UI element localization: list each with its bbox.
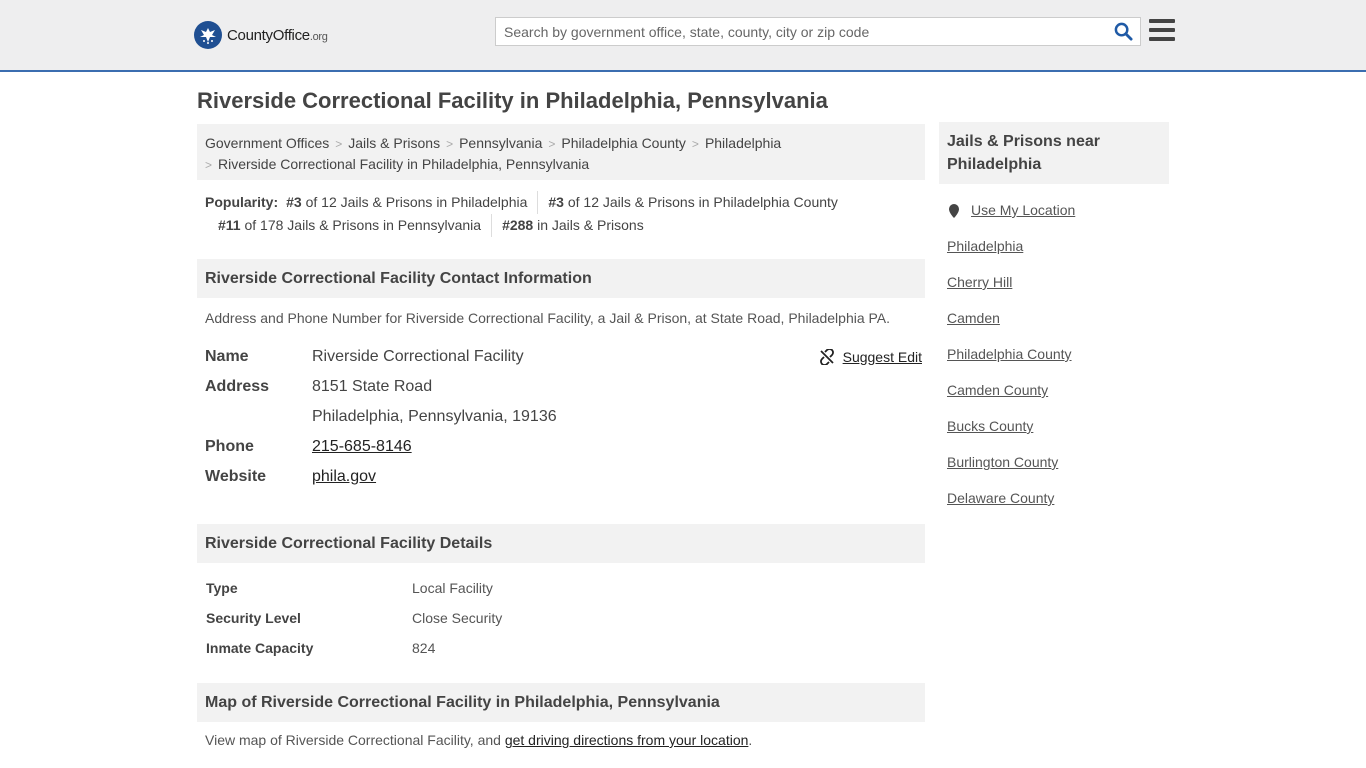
sidebar-link-camden[interactable]: Camden	[947, 310, 1161, 346]
breadcrumb-government-offices[interactable]: Government Offices	[205, 135, 329, 151]
breadcrumb: Government Offices > Jails & Prisons > Penns…	[197, 124, 925, 180]
search-icon	[1114, 22, 1133, 41]
details-value: 824	[412, 640, 436, 656]
details-row-security: Security Level Close Security	[206, 603, 917, 633]
sidebar-link-delaware-county[interactable]: Delaware County	[947, 490, 1161, 526]
address-line1: 8151 State Road	[312, 378, 433, 395]
details-value: Close Security	[412, 610, 503, 626]
details-label: Security Level	[206, 610, 301, 626]
search-button[interactable]	[1106, 18, 1140, 45]
popularity-item: #3 of 12 Jails & Prisons in Philadelphia	[286, 194, 528, 210]
breadcrumb-philadelphia-county[interactable]: Philadelphia County	[561, 135, 686, 151]
breadcrumb-pennsylvania[interactable]: Pennsylvania	[459, 135, 542, 151]
breadcrumb-current: Riverside Correctional Facility in Phila…	[218, 156, 590, 172]
breadcrumb-philadelphia[interactable]: Philadelphia	[705, 135, 781, 151]
unlink-icon	[819, 349, 834, 365]
sidebar-link-cherry-hill[interactable]: Cherry Hill	[947, 274, 1161, 310]
breadcrumb-separator-icon: >	[205, 158, 213, 172]
sidebar-link-philadelphia-county[interactable]: Philadelphia County	[947, 346, 1161, 382]
contact-row-address: Address 8151 State Road	[205, 372, 917, 402]
search-box	[495, 17, 1141, 46]
website-link[interactable]: phila.gov	[312, 468, 376, 485]
phone-link[interactable]: 215-685-8146	[312, 438, 412, 455]
popularity-item: #3 of 12 Jails & Prisons in Philadelphia…	[537, 191, 848, 214]
details-label: Inmate Capacity	[206, 640, 314, 656]
contact-row-phone: Phone 215-685-8146	[205, 432, 917, 462]
breadcrumb-separator-icon: >	[548, 137, 556, 151]
main-content: Government Offices > Jails & Prisons > Penns…	[197, 124, 925, 748]
top-header: CountyOffice.org	[0, 0, 1366, 72]
eagle-seal-icon	[194, 21, 222, 49]
driving-directions-link[interactable]: get driving directions from your locatio…	[505, 732, 749, 748]
contact-row-website: Website phila.gov	[205, 462, 917, 492]
address-line2: Philadelphia, Pennsylvania, 19136	[312, 408, 557, 425]
menu-icon[interactable]	[1149, 18, 1175, 42]
sidebar-link-burlington-county[interactable]: Burlington County	[947, 454, 1161, 490]
popularity-item: #11 of 178 Jails & Prisons in Pennsylvan…	[218, 217, 482, 233]
map-description: View map of Riverside Correctional Facil…	[205, 732, 753, 748]
sidebar-heading: Jails & Prisons near Philadelphia	[939, 122, 1169, 184]
breadcrumb-jails-prisons[interactable]: Jails & Prisons	[348, 135, 440, 151]
search-input[interactable]	[496, 18, 1106, 45]
contact-row-address2: Philadelphia, Pennsylvania, 19136	[205, 402, 917, 432]
breadcrumb-separator-icon: >	[446, 137, 454, 151]
contact-table: Suggest Edit Name Riverside Correctional…	[197, 342, 925, 492]
map-heading: Map of Riverside Correctional Facility i…	[197, 683, 925, 722]
breadcrumb-separator-icon: >	[335, 137, 343, 151]
suggest-edit-label: Suggest Edit	[842, 349, 922, 365]
details-table: Type Local Facility Security Level Close…	[197, 563, 925, 663]
page-title: Riverside Correctional Facility in Phila…	[197, 88, 828, 113]
contact-heading: Riverside Correctional Facility Contact …	[197, 259, 925, 298]
address-label: Address	[205, 378, 270, 395]
sidebar: Jails & Prisons near Philadelphia Use My…	[939, 122, 1169, 526]
details-row-type: Type Local Facility	[206, 573, 917, 603]
use-my-location-link[interactable]: Use My Location	[947, 202, 1161, 238]
details-row-capacity: Inmate Capacity 824	[206, 633, 917, 663]
site-logo[interactable]: CountyOffice.org	[194, 20, 328, 50]
website-label: Website	[205, 468, 267, 485]
sidebar-link-camden-county[interactable]: Camden County	[947, 382, 1161, 418]
popularity-label: Popularity:	[205, 194, 279, 210]
name-label: Name	[205, 348, 249, 365]
sidebar-link-philadelphia[interactable]: Philadelphia	[947, 238, 1161, 274]
sidebar-links: Use My Location Philadelphia Cherry Hill…	[939, 184, 1169, 526]
name-value: Riverside Correctional Facility	[312, 348, 524, 365]
location-pin-icon	[949, 204, 959, 218]
details-value: Local Facility	[412, 580, 493, 596]
popularity-item: #288 in Jails & Prisons	[491, 214, 654, 237]
logo-wordmark: CountyOffice.org	[227, 26, 328, 44]
breadcrumb-separator-icon: >	[691, 137, 699, 151]
popularity-panel: Popularity: #3 of 12 Jails & Prisons in P…	[197, 180, 925, 237]
suggest-edit-link[interactable]: Suggest Edit	[819, 342, 922, 372]
contact-row-name: Name Riverside Correctional Facility	[205, 342, 917, 372]
details-label: Type	[206, 580, 238, 596]
contact-description: Address and Phone Number for Riverside C…	[205, 310, 891, 326]
phone-label: Phone	[205, 438, 254, 455]
details-heading: Riverside Correctional Facility Details	[197, 524, 925, 563]
sidebar-link-bucks-county[interactable]: Bucks County	[947, 418, 1161, 454]
